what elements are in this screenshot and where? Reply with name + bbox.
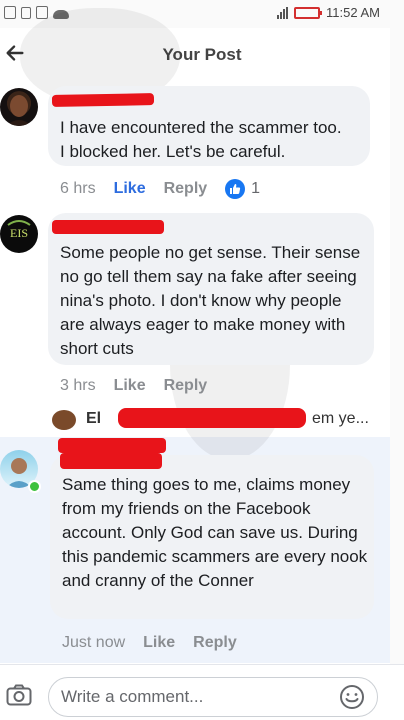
reply-button[interactable]: Reply [193, 634, 237, 652]
system-icons: 11:52 AM [277, 5, 380, 20]
redacted-name [51, 93, 155, 107]
svg-text:EIS: EIS [10, 226, 28, 240]
avatar[interactable]: EIS [0, 215, 38, 253]
comment-time: Just now [62, 634, 126, 651]
sim-icon [21, 6, 31, 19]
messenger-icon [4, 6, 16, 19]
comment-composer [0, 664, 404, 720]
gallery-icon [36, 6, 48, 19]
emoji-icon[interactable] [338, 683, 366, 711]
signal-icon [277, 6, 289, 19]
avatar[interactable] [0, 88, 38, 126]
camera-icon[interactable] [6, 684, 32, 706]
clock: 11:52 AM [326, 5, 380, 20]
reaction-count[interactable]: 1 [225, 179, 260, 199]
page-edge [390, 0, 404, 720]
avatar [52, 410, 76, 430]
online-status-indicator [28, 480, 41, 493]
reply-author: El [86, 410, 102, 427]
like-button[interactable]: Like [143, 634, 175, 652]
battery-icon [294, 6, 323, 19]
reply-button[interactable]: Reply [164, 377, 208, 395]
comment-text: Same thing goes to me, claims money from… [62, 475, 368, 590]
reply-button[interactable]: Reply [164, 180, 208, 198]
comment-text: Some people no get sense. Their sense no… [60, 243, 361, 358]
like-button[interactable]: Like [114, 377, 146, 395]
redacted-name [58, 438, 166, 453]
redacted-reply [118, 408, 306, 428]
comment-text: I have encountered the scammer too. I bl… [60, 118, 342, 161]
comment-actions: 6 hrs Like Reply 1 [60, 179, 260, 199]
comment-input[interactable] [48, 677, 378, 717]
reaction-count-value: 1 [251, 180, 261, 197]
like-button[interactable]: Like [114, 180, 146, 198]
redacted-name [60, 453, 162, 469]
comment-actions: Just now Like Reply [62, 634, 237, 652]
redacted-name [52, 220, 164, 234]
comment-time: 6 hrs [60, 180, 96, 197]
thumbs-up-icon [225, 179, 246, 199]
comment-actions: 3 hrs Like Reply [60, 377, 207, 395]
reply-snippet: em ye... [312, 410, 369, 427]
comment-time: 3 hrs [60, 377, 96, 394]
